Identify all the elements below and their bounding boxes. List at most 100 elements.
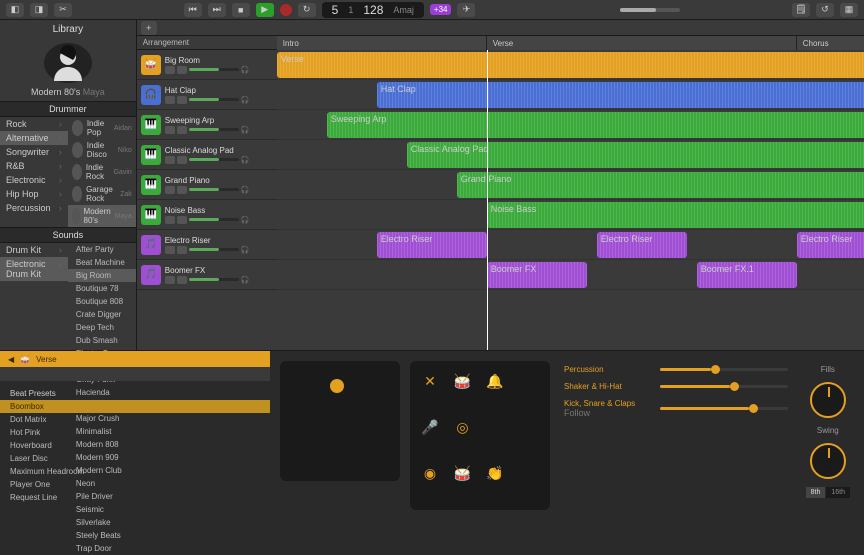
track-header[interactable]: 🎹Noise Bass🎧: [137, 200, 277, 230]
timeline[interactable]: Verse Hat ClapSweeping ArpClassic Analog …: [277, 50, 864, 350]
sound-item[interactable]: Trap Door: [68, 542, 136, 555]
arrangement-marker[interactable]: Chorus: [797, 36, 864, 50]
beat-preset-item[interactable]: Dot Matrix: [0, 413, 270, 426]
kit-cowbell-icon[interactable]: 🔔: [483, 369, 507, 393]
kit-shaker-icon[interactable]: 🎤: [418, 415, 442, 439]
region-clip[interactable]: Verse: [277, 52, 864, 78]
track-volume-slider[interactable]: [189, 98, 239, 101]
track-lane[interactable]: Electro RiserElectro RiserElectro Riser: [277, 230, 864, 260]
kit-category-item[interactable]: Drum Kit›: [0, 243, 68, 257]
notepad-icon[interactable]: 🗒: [792, 3, 810, 17]
drummer-item[interactable]: Indie PopAidan: [68, 117, 136, 139]
arrangement-marker[interactable]: Intro: [277, 36, 487, 50]
track-lane[interactable]: Sweeping Arp: [277, 110, 864, 140]
headphone-icon[interactable]: 🎧: [241, 66, 250, 74]
track-header[interactable]: 🎹Classic Analog Pad🎧: [137, 140, 277, 170]
swing-mode-button[interactable]: 16th: [826, 487, 850, 498]
mute-button[interactable]: [165, 66, 175, 74]
region-clip[interactable]: Electro Riser: [377, 232, 487, 258]
track-lane[interactable]: Classic Analog Pad: [277, 140, 864, 170]
track-volume-slider[interactable]: [189, 188, 239, 191]
mute-button[interactable]: [165, 186, 175, 194]
headphone-icon[interactable]: 🎧: [241, 216, 250, 224]
track-lane[interactable]: Noise Bass: [277, 200, 864, 230]
region-clip[interactable]: Electro Riser: [797, 232, 864, 258]
solo-button[interactable]: [177, 186, 187, 194]
drummer-item[interactable]: Modern 80'sMaya: [68, 205, 136, 227]
genre-item[interactable]: Rock›: [0, 117, 68, 131]
track-header[interactable]: 🎵Boomer FX🎧: [137, 260, 277, 290]
track-lane[interactable]: Hat Clap: [277, 80, 864, 110]
solo-button[interactable]: [177, 216, 187, 224]
track-volume-slider[interactable]: [189, 128, 239, 131]
sound-item[interactable]: Big Room: [68, 269, 136, 282]
headphone-icon[interactable]: 🎧: [241, 126, 250, 134]
sound-item[interactable]: Dub Smash: [68, 334, 136, 347]
editor-toggle-icon[interactable]: ✂: [54, 3, 72, 17]
track-volume-slider[interactable]: [189, 278, 239, 281]
region-clip[interactable]: Grand Piano: [457, 172, 864, 198]
track-lane[interactable]: Verse: [277, 50, 864, 80]
forward-icon[interactable]: ⏭: [208, 3, 226, 17]
play-icon[interactable]: ▶: [256, 3, 274, 17]
fills-knob[interactable]: [810, 382, 846, 418]
headphone-icon[interactable]: 🎧: [241, 156, 250, 164]
kit-tom-icon[interactable]: 🥁: [451, 369, 475, 393]
cycle-icon[interactable]: ↻: [298, 3, 316, 17]
beat-preset-item[interactable]: Hot Pink: [0, 426, 270, 439]
mute-button[interactable]: [165, 276, 175, 284]
track-header[interactable]: 🎹Sweeping Arp🎧: [137, 110, 277, 140]
solo-button[interactable]: [177, 126, 187, 134]
genre-item[interactable]: R&B›: [0, 159, 68, 173]
mute-button[interactable]: [165, 246, 175, 254]
kit-kick-icon[interactable]: ◉: [418, 462, 442, 486]
solo-button[interactable]: [177, 96, 187, 104]
track-volume-slider[interactable]: [189, 158, 239, 161]
track-volume-slider[interactable]: [189, 248, 239, 251]
mute-button[interactable]: [165, 96, 175, 104]
kit-clap-icon[interactable]: 👏: [483, 462, 507, 486]
drummer-item[interactable]: Indie RockGavin: [68, 161, 136, 183]
record-icon[interactable]: [280, 4, 292, 16]
beat-preset-item[interactable]: Maximum Headroom: [0, 465, 270, 478]
track-header[interactable]: 🥁Big Room🎧: [137, 50, 277, 80]
solo-button[interactable]: [177, 276, 187, 284]
headphone-icon[interactable]: 🎧: [241, 96, 250, 104]
swing-mode-button[interactable]: 8th: [806, 487, 826, 498]
sound-item[interactable]: Beat Machine: [68, 256, 136, 269]
region-clip[interactable]: Noise Bass: [487, 202, 864, 228]
kit-snare-icon[interactable]: 🥁: [451, 462, 475, 486]
beat-preset-item[interactable]: Boombox: [0, 400, 270, 413]
genre-item[interactable]: Alternative›: [0, 131, 68, 145]
track-volume-slider[interactable]: [189, 218, 239, 221]
region-clip[interactable]: Boomer FX.1: [697, 262, 797, 288]
genre-item[interactable]: Songwriter›: [0, 145, 68, 159]
kit-stick-icon[interactable]: ✕: [418, 369, 442, 393]
solo-button[interactable]: [177, 66, 187, 74]
count-in-badge[interactable]: +34: [430, 4, 452, 15]
sound-item[interactable]: Boutique 78: [68, 282, 136, 295]
beat-preset-item[interactable]: Hoverboard: [0, 439, 270, 452]
beat-preset-item[interactable]: Laser Disc: [0, 452, 270, 465]
kit-tamb-icon[interactable]: ◎: [451, 415, 475, 439]
swing-knob[interactable]: [810, 443, 846, 479]
sound-item[interactable]: Boutique 808: [68, 295, 136, 308]
region-clip[interactable]: Hat Clap: [377, 82, 864, 108]
library-toggle-icon[interactable]: ◧: [6, 3, 24, 17]
arrangement-label[interactable]: Arrangement: [137, 36, 277, 49]
region-clip[interactable]: Classic Analog Pad: [407, 142, 864, 168]
solo-button[interactable]: [177, 156, 187, 164]
xy-dot[interactable]: [330, 379, 344, 393]
track-lane[interactable]: Boomer FXBoomer FX.1Boomer FX: [277, 260, 864, 290]
genre-item[interactable]: Hip Hop›: [0, 187, 68, 201]
chevron-left-icon[interactable]: ◀: [8, 355, 14, 364]
lcd-display[interactable]: 5 1 128 Amaj: [322, 2, 424, 18]
master-volume-slider[interactable]: [620, 8, 680, 12]
stop-icon[interactable]: ■: [232, 3, 250, 17]
track-header[interactable]: 🎧Hat Clap🎧: [137, 80, 277, 110]
headphone-icon[interactable]: 🎧: [241, 246, 250, 254]
mute-button[interactable]: [165, 216, 175, 224]
sound-item[interactable]: After Party: [68, 243, 136, 256]
solo-button[interactable]: [177, 246, 187, 254]
mute-button[interactable]: [165, 156, 175, 164]
